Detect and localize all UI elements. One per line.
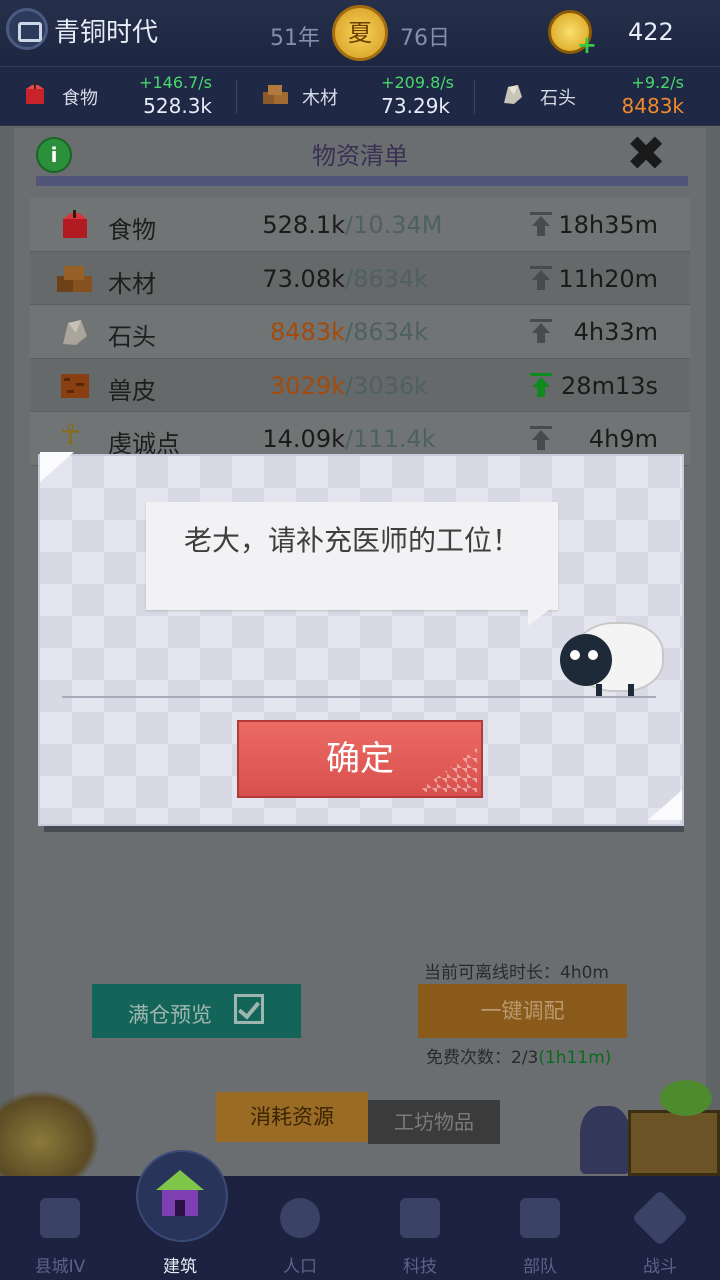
free-count-label: 免费次数：2/3(1h11m): [426, 1043, 611, 1068]
nav-label: 县城IV: [34, 1257, 86, 1277]
button-texture: [417, 748, 477, 792]
wood-rate: +209.8/s: [381, 73, 454, 92]
nav-label: 人口: [283, 1257, 317, 1277]
resource-current: 3029k: [270, 371, 345, 400]
crossed-swords-icon: [631, 1189, 689, 1247]
free-count-timer: (1h11m): [538, 1048, 612, 1068]
wood-icon: [57, 265, 92, 292]
decoration-frog-crate: [580, 1080, 720, 1176]
tab-workshop-items[interactable]: 工坊物品: [368, 1100, 500, 1144]
person-icon: [280, 1198, 320, 1238]
resource-current: 8483k: [270, 318, 345, 346]
tab-consume-resources[interactable]: 消耗资源: [216, 1092, 368, 1142]
stone-value: 8483k: [621, 94, 684, 118]
table-row: 石头 8483k /8634k 4h33m: [30, 305, 690, 359]
wood-value: 73.29k: [381, 94, 450, 118]
nav-battle[interactable]: 战斗: [600, 1176, 720, 1280]
fill-time: 18h35m: [558, 211, 658, 239]
food-value: 528.3k: [143, 94, 212, 118]
resource-bar: 食物 +146.7/s 528.3k 木材 +209.8/s 73.29k 石头…: [0, 66, 720, 125]
resource-name: 木材: [108, 269, 156, 298]
resource-current: 73.08k: [262, 264, 345, 293]
food-label: 食物: [62, 88, 98, 109]
offline-duration-label: 当前可离线时长：4h0m: [424, 963, 609, 983]
fill-time: 4h33m: [573, 318, 658, 346]
nav-county[interactable]: 县城IV: [0, 1176, 120, 1280]
nav-building[interactable]: 建筑: [120, 1150, 240, 1280]
castle-icon: [40, 1198, 80, 1238]
food-icon: [26, 83, 44, 104]
wood-label: 木材: [302, 88, 338, 109]
title-divider: [36, 176, 688, 186]
gem-add-icon[interactable]: +: [548, 10, 597, 59]
table-row: 兽皮 3029k /3036k 28m13s: [30, 358, 690, 412]
nav-label: 建筑: [163, 1257, 197, 1277]
confirm-label: 确定: [326, 739, 394, 779]
free-count-text: 免费次数：2/3: [426, 1048, 539, 1068]
resource-max: /111.4k: [345, 425, 436, 453]
preview-button-label: 满仓预览: [128, 1003, 212, 1027]
era-castle-icon[interactable]: [6, 8, 48, 50]
sheep-mascot-icon: [554, 620, 664, 700]
resource-name: 兽皮: [108, 376, 156, 405]
resource-current: 14.09k: [262, 425, 345, 453]
banner-icon: [520, 1198, 560, 1238]
era-title[interactable]: 青铜时代: [54, 12, 158, 49]
house-icon: [156, 1170, 204, 1218]
resource-max: /10.34M: [345, 211, 443, 239]
upgrade-arrow-icon: [530, 426, 552, 450]
ankh-icon: ☥: [60, 418, 81, 451]
divider: [474, 80, 475, 114]
divider: [236, 80, 237, 114]
nav-technology[interactable]: 科技: [360, 1176, 480, 1280]
checkbox-icon[interactable]: [234, 994, 264, 1024]
nav-label: 科技: [403, 1257, 437, 1277]
full-storage-preview-button[interactable]: 满仓预览: [92, 984, 301, 1038]
resource-max: /8634k: [345, 318, 429, 346]
upgrade-arrow-icon: [530, 372, 552, 397]
season-badge[interactable]: 夏: [332, 5, 388, 61]
dialog-divider: [62, 696, 656, 698]
fill-time: 28m13s: [561, 371, 658, 400]
info-icon[interactable]: i: [36, 137, 72, 173]
stone-icon: [504, 85, 522, 104]
food-rate: +146.7/s: [139, 73, 212, 92]
resource-name: 食物: [108, 216, 156, 244]
nav-label: 部队: [523, 1257, 557, 1277]
day-label: 76日: [400, 26, 450, 51]
gem-count: 422: [628, 18, 674, 46]
resource-current: 528.1k: [262, 211, 345, 239]
top-bar: 青铜时代 51年 夏 76日 + 422: [0, 0, 720, 66]
bottom-navigation: 县城IV 建筑 人口 科技 部队 战斗: [0, 1150, 720, 1280]
hide-icon: [61, 373, 89, 398]
decoration-grain-pile: [0, 1090, 100, 1176]
table-row: 食物 528.1k /10.34M 18h35m: [30, 198, 690, 252]
resource-table: 食物 528.1k /10.34M 18h35m 木材 73.08k /8634…: [30, 198, 690, 466]
resource-name: 石头: [108, 323, 156, 351]
upgrade-arrow-icon: [530, 319, 552, 343]
wood-icon: [263, 85, 288, 104]
table-row: 木材 73.08k /8634k 11h20m: [30, 251, 690, 305]
stone-rate: +9.2/s: [631, 73, 684, 92]
stone-label: 石头: [540, 88, 576, 109]
one-click-assign-button[interactable]: 一键调配: [418, 984, 627, 1038]
confirm-button[interactable]: 确定: [237, 720, 483, 798]
speech-bubble-tail: [528, 606, 554, 626]
fill-time: 11h20m: [558, 264, 658, 293]
resource-max: /3036k: [345, 371, 429, 400]
nav-troops[interactable]: 部队: [480, 1176, 600, 1280]
stone-icon: [63, 320, 87, 345]
year-label: 51年: [270, 26, 320, 51]
nav-label: 战斗: [643, 1257, 677, 1277]
dialog-message: 老大，请补充医师的工位！: [183, 524, 520, 557]
fill-time: 4h9m: [588, 425, 658, 453]
resource-max: /8634k: [345, 264, 429, 293]
upgrade-arrow-icon: [530, 212, 552, 236]
book-icon: [400, 1198, 440, 1238]
close-icon[interactable]: ✖: [626, 126, 666, 182]
upgrade-arrow-icon: [530, 265, 552, 290]
panel-title: 物资清单: [312, 142, 408, 170]
food-icon: [63, 210, 87, 238]
nav-population[interactable]: 人口: [240, 1176, 360, 1280]
